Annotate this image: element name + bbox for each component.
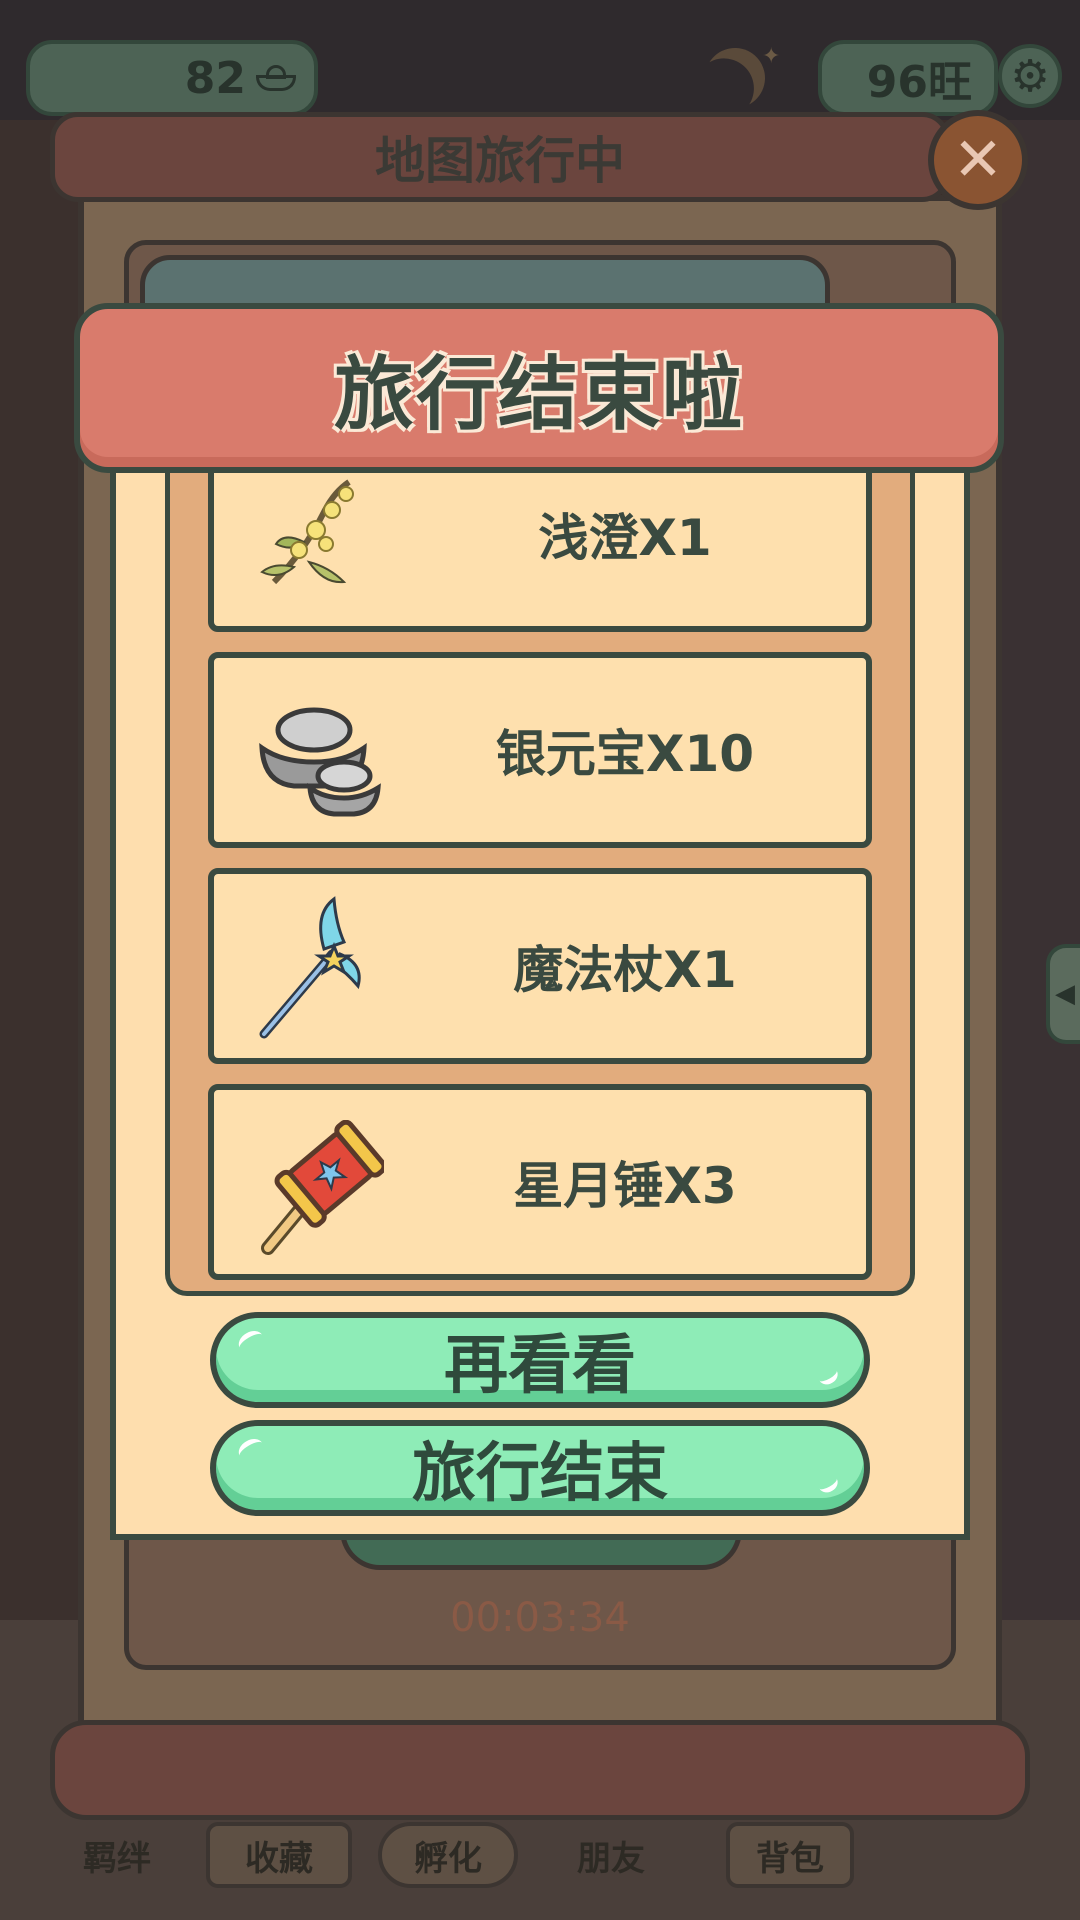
map-panel-footer bbox=[50, 1720, 1030, 1820]
nav-item-friends[interactable]: 朋友 bbox=[546, 1822, 676, 1888]
wang-counter: 96旺 bbox=[818, 40, 998, 116]
flower-branch-icon bbox=[254, 472, 374, 602]
reward-label: 银元宝X10 bbox=[495, 725, 755, 783]
end-travel-button[interactable]: 旅行结束 bbox=[210, 1420, 870, 1516]
result-dialog-header: 旅行结束啦 bbox=[74, 303, 1004, 473]
reward-card: 银元宝X10 bbox=[208, 652, 872, 848]
nav-item-backpack[interactable]: 背包 bbox=[726, 1822, 854, 1888]
reward-card: 魔法杖X1 bbox=[208, 868, 872, 1064]
shine-highlight bbox=[815, 1471, 841, 1496]
shine-highlight bbox=[234, 1326, 268, 1357]
chevron-left-icon: ◀ bbox=[1055, 979, 1075, 1009]
nav-item-hatch[interactable]: 孵化 bbox=[378, 1822, 518, 1888]
nav-item-collection[interactable]: 收藏 bbox=[206, 1822, 352, 1888]
reward-label: 魔法杖X1 bbox=[513, 941, 737, 999]
map-panel-title-banner: 地图旅行中 bbox=[50, 112, 950, 202]
coin-count: 82 bbox=[184, 52, 246, 104]
close-button[interactable]: ✕ bbox=[928, 110, 1028, 210]
reward-label: 星月锤X3 bbox=[513, 1157, 737, 1215]
shine-highlight bbox=[815, 1363, 841, 1388]
silver-ingot-icon bbox=[254, 688, 381, 818]
result-dialog-title: 旅行结束啦 bbox=[334, 348, 744, 441]
nav-item-bond[interactable]: 羁绊 bbox=[52, 1822, 182, 1888]
coin-counter: 82 bbox=[26, 40, 318, 116]
travel-timer: 00:03:34 bbox=[450, 1595, 630, 1641]
look-again-button[interactable]: 再看看 bbox=[210, 1312, 870, 1408]
side-panel-toggle[interactable]: ◀ bbox=[1046, 944, 1080, 1044]
sparkle-icon: ✦ bbox=[762, 44, 781, 69]
star-hammer-icon bbox=[254, 1119, 387, 1255]
gear-icon[interactable]: ⚙ bbox=[998, 44, 1062, 108]
map-panel-title: 地图旅行中 bbox=[375, 132, 625, 190]
ingot-icon bbox=[256, 65, 296, 91]
reward-card: 星月锤X3 bbox=[208, 1084, 872, 1280]
shine-highlight bbox=[234, 1434, 268, 1465]
magic-wand-icon bbox=[254, 894, 374, 1039]
close-icon: ✕ bbox=[952, 125, 1004, 195]
wang-count: 96旺 bbox=[866, 57, 972, 108]
